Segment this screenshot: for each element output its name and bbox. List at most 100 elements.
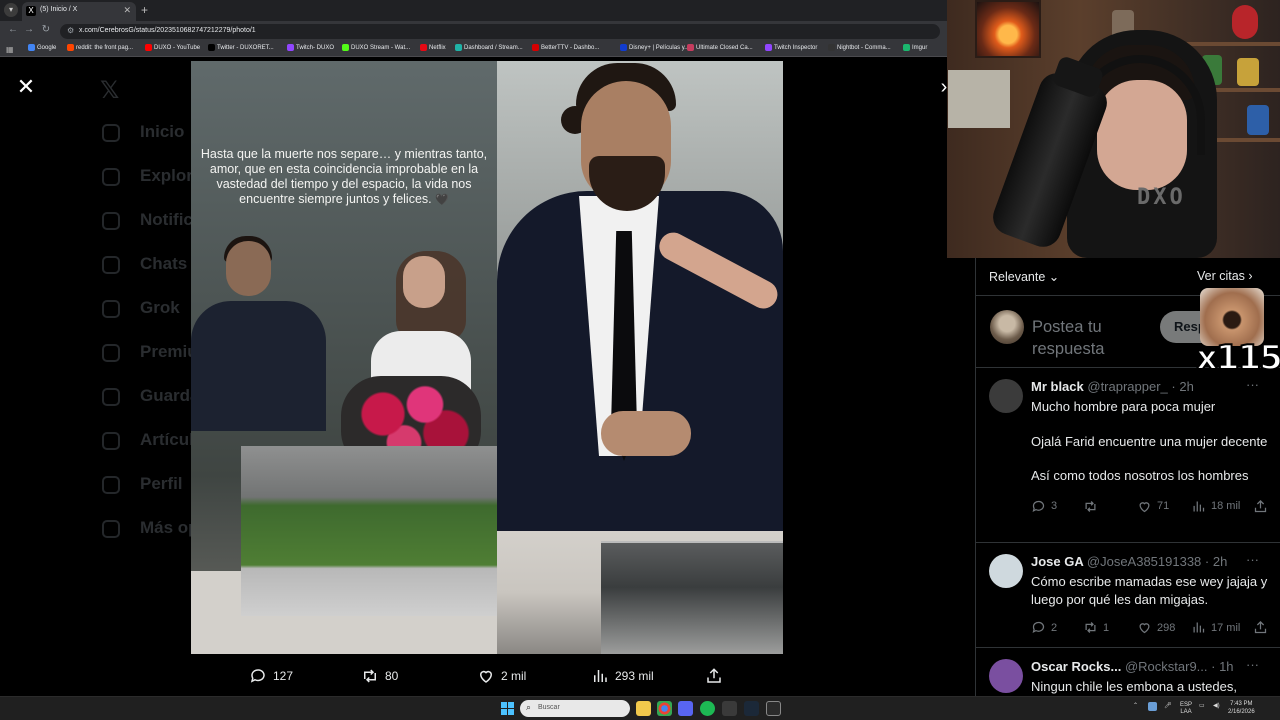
tray-app-icon[interactable]	[1148, 702, 1157, 711]
close-viewer-icon[interactable]: ✕	[15, 76, 37, 98]
app-icon[interactable]	[722, 701, 737, 716]
chrome-icon[interactable]	[657, 701, 672, 716]
tab-search-icon[interactable]: ▾	[4, 3, 18, 17]
steam-icon[interactable]	[744, 701, 759, 716]
avatar[interactable]	[989, 554, 1023, 588]
bookmark-favicon-icon	[903, 44, 910, 51]
wedding-photo: Hasta que la muerte nos separe… y mientr…	[191, 61, 783, 654]
groom-suit-shape	[191, 301, 326, 431]
site-info-icon[interactable]: ⚙	[67, 26, 74, 35]
more-options-icon[interactable]: ···	[1246, 657, 1259, 672]
more-options-icon[interactable]: ···	[1246, 552, 1259, 567]
bookmark-item[interactable]: Google	[28, 44, 56, 51]
avatar[interactable]	[989, 379, 1023, 413]
bookmark-label: Twitter - DUXORET...	[217, 44, 274, 51]
reply-author[interactable]: Mr black @traprapper_ · 2h	[1031, 379, 1194, 394]
more-options-icon[interactable]: ···	[1246, 377, 1259, 392]
browser-tab[interactable]: X (5) Inicio / X ✕	[22, 2, 136, 21]
reply-paragraph: Mucho hombre para poca mujer	[1031, 399, 1216, 414]
bookmark-item[interactable]: Twitch Inspector	[765, 44, 817, 51]
views-icon	[1193, 501, 1205, 511]
bookmark-favicon-icon	[287, 44, 294, 51]
bookmark-item[interactable]: Dashboard / Stream...	[455, 44, 523, 51]
reply-card[interactable]: Oscar Rocks... @Rockstar9... · 1h ··· Ning…	[976, 648, 1280, 696]
views-action[interactable]: 17 mil	[1191, 620, 1240, 635]
browser-toolbar: ← → ↻ ⚙ x.com/CerebrosG/status/202351068…	[0, 21, 947, 41]
like-action[interactable]: 71	[1137, 499, 1169, 514]
x-favicon-icon: X	[26, 6, 36, 16]
bookmark-favicon-icon	[455, 44, 462, 51]
reply-card[interactable]: Jose GA @JoseA385191338 · 2h ··· Cómo escr…	[976, 543, 1280, 648]
figure-shape	[1237, 58, 1259, 86]
new-tab-icon[interactable]: +	[141, 3, 148, 17]
forward-arrow-icon[interactable]: →	[22, 24, 36, 35]
bookmark-favicon-icon	[765, 44, 772, 51]
file-explorer-icon[interactable]	[636, 701, 651, 716]
apps-grid-icon[interactable]: ▦	[6, 45, 14, 54]
bookmark-favicon-icon	[532, 44, 539, 51]
bookmark-item[interactable]: DUXO Stream - Wat...	[342, 44, 410, 51]
language-indicator[interactable]: ESP LAA	[1180, 702, 1192, 716]
bookmark-item[interactable]: Twitter - DUXORET...	[208, 44, 274, 51]
nav-ghost-icon	[102, 388, 120, 406]
share-action[interactable]	[1253, 620, 1268, 635]
clock[interactable]: 7:43 PM 2/16/2026	[1228, 700, 1255, 716]
repost-action[interactable]	[1083, 499, 1103, 514]
reply-action[interactable]: 3	[1031, 499, 1057, 514]
bookmark-item[interactable]: Netflix	[420, 44, 446, 51]
tab-close-icon[interactable]: ✕	[123, 5, 131, 16]
reply-paragraph: Cómo escribe mamadas ese wey jajaja y lu…	[1031, 574, 1268, 607]
bookmark-item[interactable]: reddit: the front pag...	[67, 44, 133, 51]
replies-panel: Relevante ⌄ Ver citas › Postea tu respue…	[975, 258, 1280, 696]
microphone-icon[interactable]: 🎤︎	[1164, 702, 1172, 709]
view-quotes-link[interactable]: Ver citas ›	[1197, 269, 1253, 283]
bookmark-item[interactable]: DUXO - YouTube	[145, 44, 200, 51]
spotify-icon[interactable]	[700, 701, 715, 716]
bookmark-item[interactable]: Disney+ | Películas y...	[620, 44, 689, 51]
views-action[interactable]: 293 mil	[591, 666, 654, 686]
reply-author[interactable]: Oscar Rocks... @Rockstar9... · 1h	[1031, 659, 1234, 674]
repost-action[interactable]: 1	[1083, 620, 1109, 635]
views-action[interactable]: 18 mil	[1191, 499, 1240, 514]
windows-start-icon[interactable]	[501, 702, 514, 715]
reply-action[interactable]: 2	[1031, 620, 1057, 635]
obs-icon[interactable]	[766, 701, 781, 716]
post-time: · 1h	[1211, 659, 1234, 674]
search-label: Buscar	[538, 704, 560, 711]
sort-label: Relevante	[989, 270, 1046, 284]
bookmark-item[interactable]: Ultimate Closed Ca...	[687, 44, 753, 51]
discord-icon[interactable]	[678, 701, 693, 716]
reply-action[interactable]: 127	[249, 666, 293, 686]
bookmark-item[interactable]: Imgur	[903, 44, 927, 51]
bookmark-item[interactable]: Nightbot - Comma...	[828, 44, 891, 51]
avatar[interactable]	[989, 659, 1023, 693]
repost-action[interactable]: 80	[361, 666, 398, 686]
network-icon[interactable]: ▭	[1199, 702, 1205, 709]
author-name: Oscar Rocks...	[1031, 659, 1122, 674]
reply-card[interactable]: Mr black @traprapper_ · 2h ··· Mucho hombr…	[976, 368, 1280, 543]
nav-ghost-icon	[102, 520, 120, 538]
bookmark-item[interactable]: BetterTTV - Dashbo...	[532, 44, 599, 51]
bookmark-favicon-icon	[828, 44, 835, 51]
share-action[interactable]	[705, 666, 723, 686]
clock-date: 2/16/2026	[1228, 709, 1255, 715]
reply-author[interactable]: Jose GA @JoseA385191338 · 2h	[1031, 554, 1227, 569]
share-action[interactable]	[1253, 499, 1268, 514]
address-bar[interactable]: ⚙ x.com/CerebrosG/status/202351068274721…	[60, 24, 940, 39]
like-action[interactable]: 2 mil	[477, 666, 526, 686]
sort-dropdown[interactable]: Relevante ⌄	[989, 269, 1059, 284]
reply-count: 127	[273, 669, 294, 683]
reload-icon[interactable]: ↻	[39, 24, 53, 35]
bookmark-label: Nightbot - Comma...	[837, 44, 891, 51]
like-action[interactable]: 298	[1137, 620, 1175, 635]
bookmark-item[interactable]: Twitch- DUXO	[287, 44, 334, 51]
taskbar-search[interactable]: ⌕ Buscar	[520, 700, 630, 717]
reply-input[interactable]: Postea tu respuesta	[1032, 316, 1152, 360]
bookmark-label: Dashboard / Stream...	[464, 44, 523, 51]
bookmark-label: Twitch- DUXO	[296, 44, 335, 51]
back-arrow-icon[interactable]: ←	[6, 24, 20, 35]
x-logo-ghost: 𝕏	[100, 77, 120, 104]
volume-icon[interactable]: ◀)	[1213, 702, 1220, 709]
tray-chevron-icon[interactable]: ⌃	[1133, 702, 1138, 709]
reply-paragraph: Ningun chile les embona a ustedes,	[1031, 679, 1237, 694]
